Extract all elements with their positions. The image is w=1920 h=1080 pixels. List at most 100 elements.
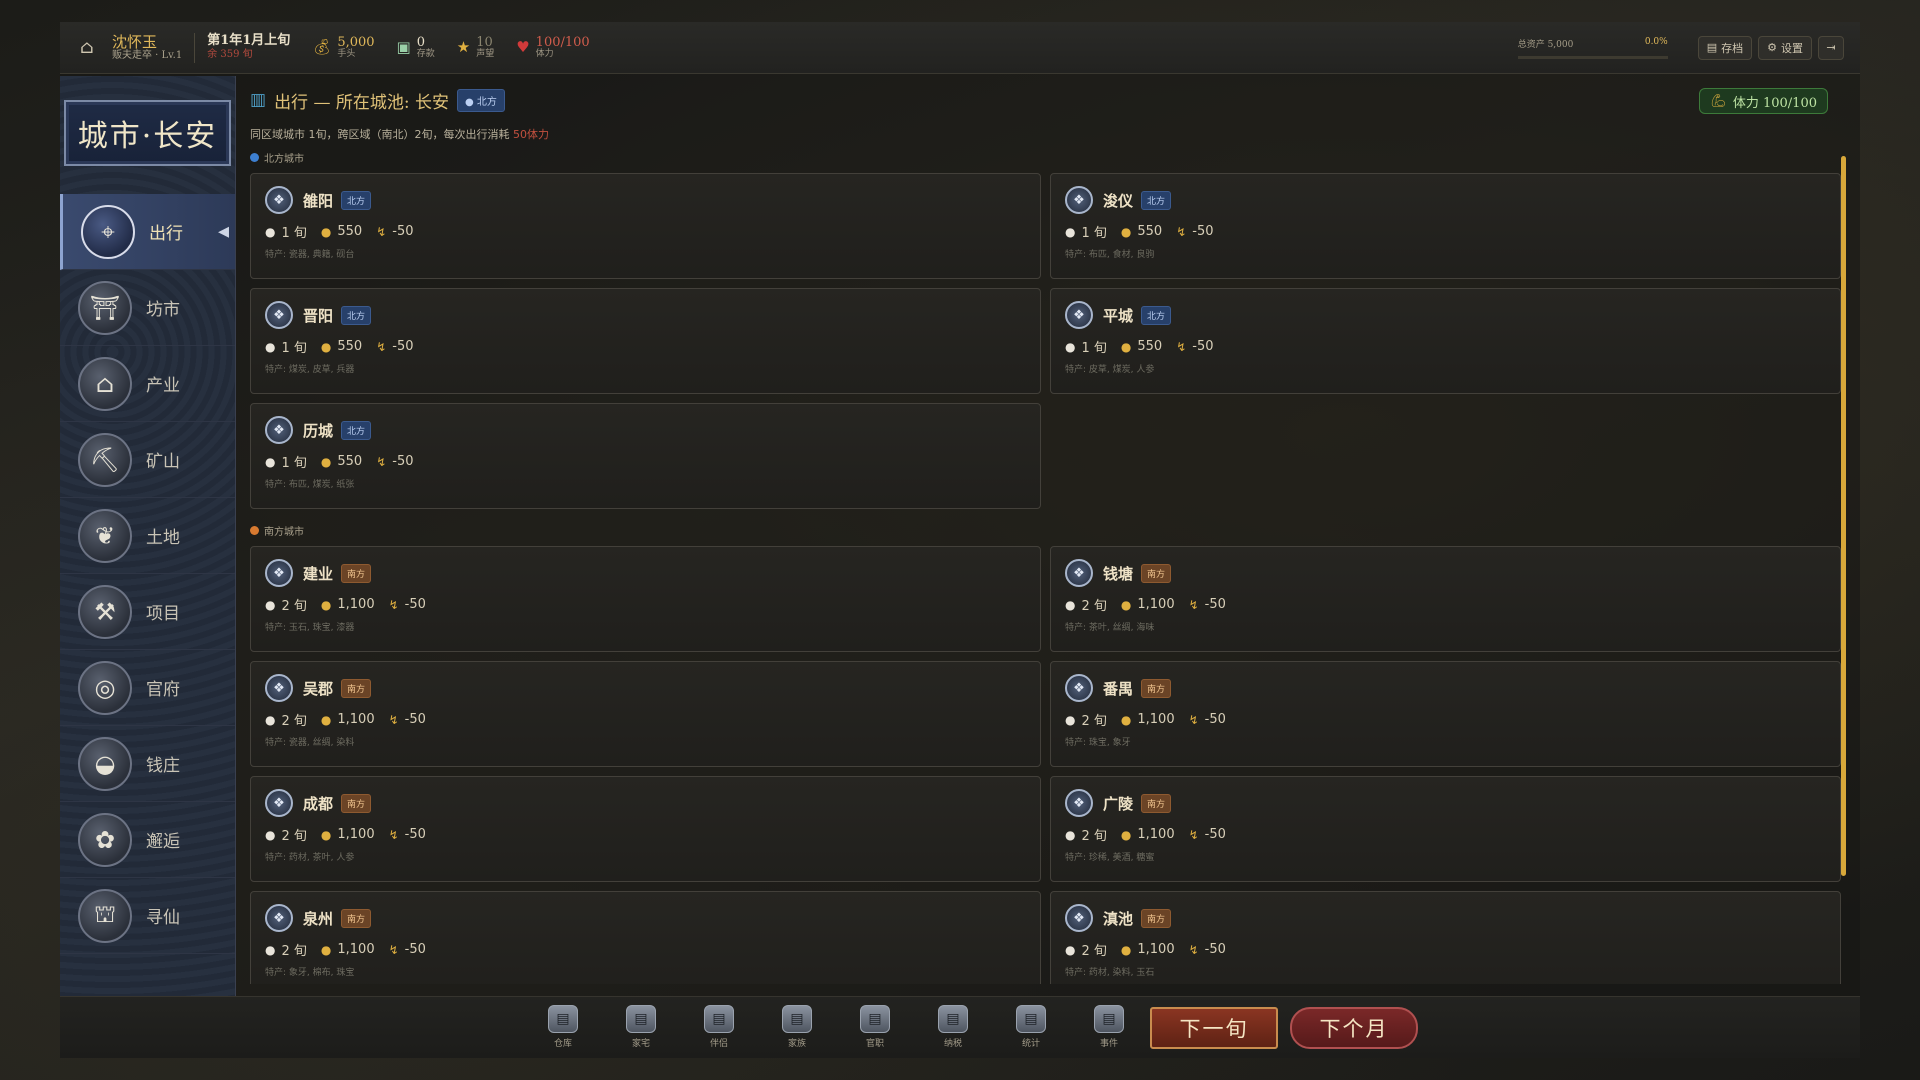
city-specialties: 特产: 煤炭, 皮草, 兵器 [265,365,355,375]
arm-icon: ↯ [1176,339,1187,354]
sidebar-item-label: 钱庄 [146,756,180,776]
city-card[interactable]: ❖ 历城 北方 ● 1 旬 ● 550 ↯ -50 特产: 布匹, 煤炭, 纸张 [250,403,1041,509]
travel-cost: 550 [1137,339,1163,354]
city-emblem-icon: ❖ [1065,789,1093,817]
city-name: 建业 [303,564,334,583]
travel-cost: 550 [337,454,363,469]
stamina-cost: -50 [1204,827,1226,842]
next-month-button[interactable]: 下个月 [1290,1007,1418,1049]
settings-button[interactable]: ⚙ 设置 [1758,35,1812,60]
bottom-item-office[interactable]: ▤ 官职 [836,1005,914,1049]
region-badge: 北方 [341,420,372,440]
stamina-indicator: 💪︎ 体力 100/100 [1699,88,1828,114]
stamina-cost: -50 [1192,224,1214,239]
coin-icon: ● [1120,827,1132,842]
sidebar-item-travel[interactable]: ⌖ 出行 ◂ [60,194,235,270]
city-name: 浚仪 [1103,191,1134,210]
city-card[interactable]: ❖ 滇池 南方 ● 2 旬 ● 1,100 ↯ -50 特产: 药材, 染料, 玉石 [1050,891,1841,984]
sidebar-item-market[interactable]: ⛩ 坊市 [60,270,235,346]
travel-time: 2 旬 [1081,599,1107,614]
bottom-item-partner[interactable]: ▤ 伴侣 [680,1005,758,1049]
cash-stat: 💰︎ 5,000 手头 [312,36,374,59]
sidebar-item-land[interactable]: ❦ 土地 [60,498,235,574]
stamina-cost: -50 [404,712,426,727]
region-badge: 南方 [341,908,372,928]
sidebar-item-bank[interactable]: ◒ 钱庄 [60,726,235,802]
city-specialties: 特产: 珍稀, 美酒, 糖蜜 [1065,853,1155,863]
bottom-item-stats[interactable]: ▤ 统计 [992,1005,1070,1049]
travel-time: 2 旬 [281,829,307,844]
coin-icon: ● [320,454,332,469]
clock-icon: ● [1065,712,1076,727]
exit-button[interactable]: ⇥ [1818,35,1844,60]
coin-icon: ● [320,827,332,842]
city-card[interactable]: ❖ 泉州 南方 ● 2 旬 ● 1,100 ↯ -50 特产: 象牙, 棉布, 珠宝 [250,891,1041,984]
next-period-button[interactable]: 下一旬 [1150,1007,1278,1049]
clock-icon: ● [1065,942,1076,957]
bottom-item-label: 伴侣 [709,1039,728,1049]
pickaxe-icon: ⛏ [78,432,132,487]
city-card[interactable]: ❖ 广陵 南方 ● 2 旬 ● 1,100 ↯ -50 特产: 珍稀, 美酒, 糖蜜 [1050,776,1841,882]
city-card[interactable]: ❖ 浚仪 北方 ● 1 旬 ● 550 ↯ -50 特产: 布匹, 食材, 良驹 [1050,173,1841,279]
sidebar-item-label: 出行 [149,224,183,244]
city-card[interactable]: ❖ 雒阳 北方 ● 1 旬 ● 550 ↯ -50 特产: 瓷器, 典籍, 砚台 [250,173,1041,279]
city-name: 番禺 [1103,679,1134,698]
bottom-item-family[interactable]: ▤ 家族 [758,1005,836,1049]
bottom-item-events[interactable]: ▤ 事件 [1070,1005,1148,1049]
coin-icon: ● [320,942,332,957]
home-icon[interactable]: ⌂ [76,37,98,59]
region-badge: 北方 [341,190,372,210]
sidebar-item-government[interactable]: ◎ 官府 [60,650,235,726]
save-button[interactable]: ▤ 存档 [1697,35,1753,60]
bottom-item-tax[interactable]: ▤ 纳税 [914,1005,992,1049]
region-badge: 南方 [341,793,372,813]
clock-icon: ● [265,454,276,469]
city-name: 钱塘 [1103,564,1134,583]
travel-time: 2 旬 [1081,714,1107,729]
office-icon: ▤ [860,1005,890,1033]
city-card[interactable]: ❖ 番禺 南方 ● 2 旬 ● 1,100 ↯ -50 特产: 珠宝, 象牙 [1050,661,1841,767]
sidebar-item-mine[interactable]: ⛏ 矿山 [60,422,235,498]
city-name: 成都 [303,794,334,813]
date-remaining: 余 359 旬 [207,49,253,61]
city-card[interactable]: ❖ 晋阳 北方 ● 1 旬 ● 550 ↯ -50 特产: 煤炭, 皮草, 兵器 [250,288,1041,394]
city-card[interactable]: ❖ 建业 南方 ● 2 旬 ● 1,100 ↯ -50 特产: 玉石, 珠宝, 漆器 [250,546,1041,652]
stats-icon: ▤ [1016,1005,1046,1033]
city-emblem-icon: ❖ [265,416,293,444]
north-section-label: 北方城市 [264,154,304,165]
city-specialties: 特产: 象牙, 棉布, 珠宝 [265,968,355,978]
city-card[interactable]: ❖ 钱塘 南方 ● 2 旬 ● 1,100 ↯ -50 特产: 茶叶, 丝绸, 海味 [1050,546,1841,652]
stamina-cost: -50 [404,827,426,842]
clock-icon: ● [265,942,276,957]
travel-time: 1 旬 [281,456,307,471]
gear-icon: ⚙ [1767,41,1777,54]
sidebar-item-encounter[interactable]: ✿ 邂逅 [60,802,235,878]
city-card[interactable]: ❖ 吴郡 南方 ● 2 旬 ● 1,100 ↯ -50 特产: 瓷器, 丝绸, 染料 [250,661,1041,767]
city-emblem-icon: ❖ [1065,301,1093,329]
cash-value: 5,000 [337,34,375,50]
south-section-header: 南方城市 [250,523,1846,538]
bottom-item-home[interactable]: ▤ 家宅 [602,1005,680,1049]
sidebar-item-immortal[interactable]: ⛫ 寻仙 [60,878,235,954]
total-assets-pct: 0.0% [1644,36,1668,47]
player-info: 沈怀玉 贩夫走卒 · Lv.1 [112,34,182,62]
city-specialties: 特产: 茶叶, 丝绸, 海味 [1065,623,1155,633]
reputation-value: 10 [476,34,493,50]
panel-header: ▥ 出行 — 所在城池: 长安 ● 北方 [250,86,1846,114]
stamina-cost: -50 [404,597,426,612]
scrollbar[interactable] [1841,156,1846,876]
city-card[interactable]: ❖ 平城 北方 ● 1 旬 ● 550 ↯ -50 特产: 皮草, 煤炭, 人参 [1050,288,1841,394]
coin-icon: ● [1120,224,1132,239]
sidebar-item-project[interactable]: ⚒ 项目 [60,574,235,650]
bottom-item-warehouse[interactable]: ▤ 仓库 [524,1005,602,1049]
clock-icon: ● [1065,339,1076,354]
city-card[interactable]: ❖ 成都 南方 ● 2 旬 ● 1,100 ↯ -50 特产: 药材, 茶叶, 人参 [250,776,1041,882]
travel-time: 2 旬 [1081,829,1107,844]
rule-cost: 50体力 [513,128,549,141]
travel-cost: 1,100 [337,827,375,842]
city-specialties: 特产: 药材, 茶叶, 人参 [265,853,355,863]
sidebar-item-industry[interactable]: ⌂ 产业 [60,346,235,422]
stamina-cost: -50 [404,942,426,957]
travel-cost: 1,100 [1137,827,1175,842]
arm-icon: ↯ [1188,942,1199,957]
